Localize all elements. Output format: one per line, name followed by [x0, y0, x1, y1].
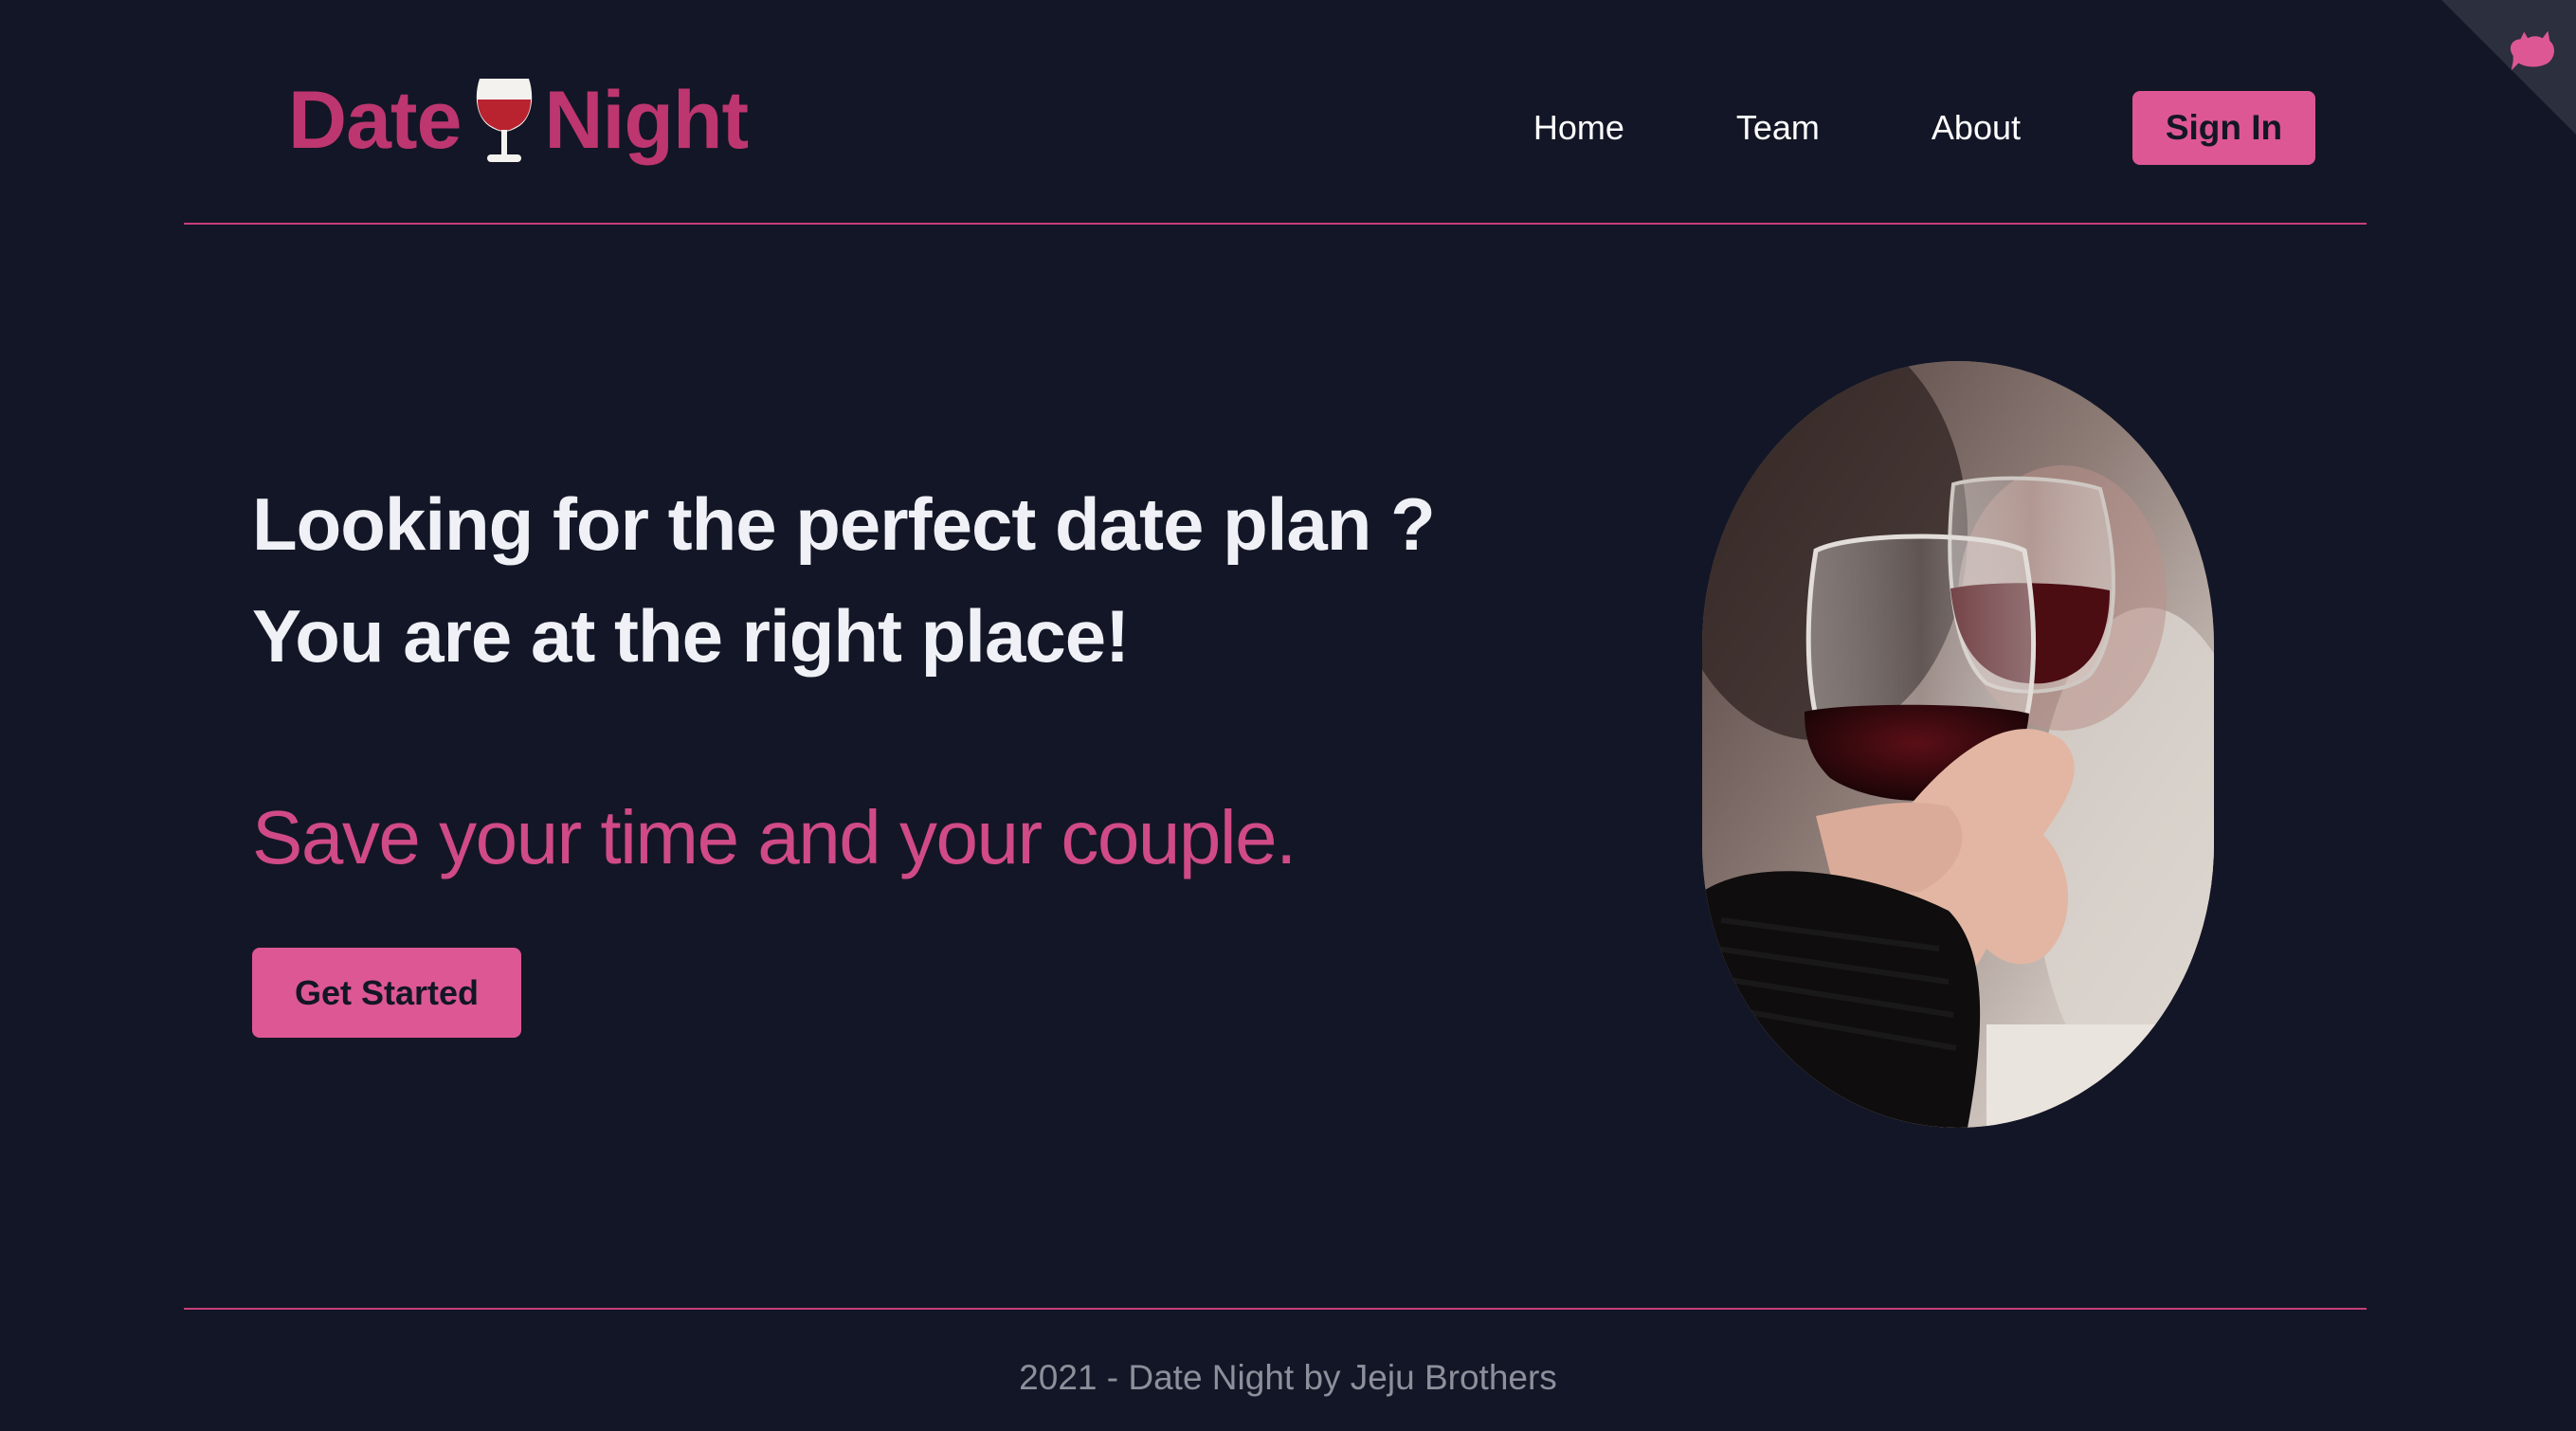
hero-headline-line-2: You are at the right place! — [252, 594, 1130, 678]
hero-headline: Looking for the perfect date plan ? You … — [252, 468, 1436, 692]
brand-logo[interactable]: Date Night — [288, 68, 749, 172]
site-header: Date Night Home Team About Sign In — [184, 0, 2367, 225]
landing-page: Date Night Home Team About Sign In Looki… — [0, 0, 2576, 1431]
logo-word-night: Night — [544, 74, 749, 166]
hero-tagline: Save your time and your couple. — [252, 795, 1297, 879]
sign-in-button[interactable]: Sign In — [2132, 91, 2315, 165]
get-started-button[interactable]: Get Started — [252, 948, 521, 1038]
footer-divider — [184, 1308, 2367, 1310]
nav-team[interactable]: Team — [1736, 108, 1820, 148]
nav-home[interactable]: Home — [1533, 108, 1624, 148]
logo-word-date: Date — [288, 74, 462, 166]
footer-copyright: 2021 - Date Night by Jeju Brothers — [1019, 1358, 1557, 1397]
wine-glass-icon — [477, 79, 533, 162]
cat-icon[interactable] — [2504, 21, 2559, 76]
wine-toast-photo — [1702, 361, 2214, 1128]
nav-about[interactable]: About — [1932, 108, 2021, 148]
hero-headline-line-1: Looking for the perfect date plan ? — [252, 482, 1436, 566]
main-nav: Home Team About Sign In — [1533, 91, 2315, 165]
